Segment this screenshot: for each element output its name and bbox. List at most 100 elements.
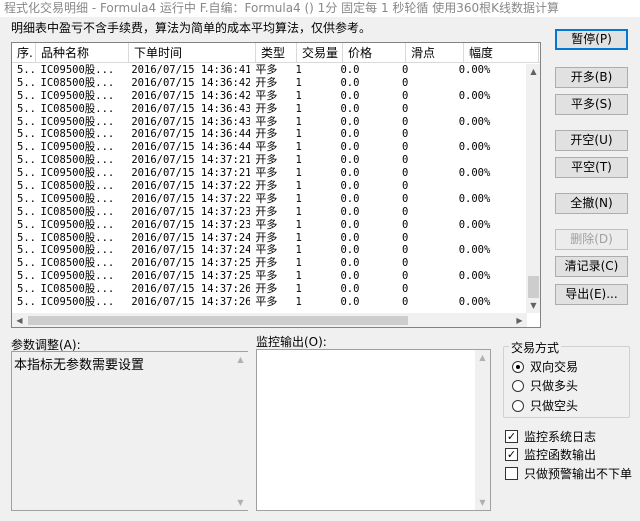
col-header-range[interactable]: 幅度 bbox=[464, 43, 539, 63]
col-header-seq[interactable]: 序. bbox=[12, 43, 36, 63]
cell-price: 0.0 bbox=[340, 231, 360, 244]
table-row[interactable]: 5.. IC09500股... 2016/07/15 14:37:23 平多 1 0.0 0… bbox=[12, 219, 527, 232]
monitor-scroll-up-icon[interactable]: ▲ bbox=[475, 350, 490, 365]
delete-button[interactable]: 删除(D) bbox=[555, 229, 628, 250]
vertical-scrollbar[interactable]: ▲ ▼ bbox=[526, 64, 540, 313]
cell-slippage: 0 bbox=[402, 167, 409, 180]
radio-long-only[interactable]: 只做多头 bbox=[512, 377, 578, 394]
col-header-symbol[interactable]: 品种名称 bbox=[36, 43, 129, 63]
cell-symbol: IC08500股... bbox=[40, 180, 115, 193]
table-row[interactable]: 5.. IC08500股... 2016/07/15 14:37:26 开多 1 0.0 0 bbox=[12, 283, 527, 296]
table-row[interactable]: 5.. IC09500股... 2016/07/15 14:37:21 平多 1 0.0 0… bbox=[12, 167, 527, 180]
close-all-button[interactable]: 全撤(N) bbox=[555, 193, 628, 214]
cell-range: 0.00% bbox=[458, 296, 491, 309]
col-header-type[interactable]: 类型 bbox=[256, 43, 297, 63]
cell-range bbox=[454, 206, 527, 219]
cell-type: 平多 bbox=[255, 141, 278, 154]
monitor-label: 监控输出(O): bbox=[256, 335, 327, 349]
cell-slippage: 0 bbox=[402, 76, 409, 89]
table-row[interactable]: 5.. IC09500股... 2016/07/15 14:36:43 平多 1 0.0 0… bbox=[12, 116, 527, 129]
col-header-time[interactable]: 下单时间 bbox=[129, 43, 256, 63]
cell-slippage: 0 bbox=[402, 257, 409, 270]
cell-type: 开多 bbox=[255, 205, 278, 218]
cell-type: 平多 bbox=[255, 218, 278, 231]
cell-range bbox=[454, 103, 527, 116]
table-row[interactable]: 5.. IC08500股... 2016/07/15 14:37:21 开多 1 0.0 0 bbox=[12, 154, 527, 167]
check-system-log[interactable]: ✓ 监控系统日志 bbox=[505, 428, 596, 445]
cell-volume: 1 bbox=[295, 257, 302, 270]
scroll-up-icon[interactable]: ▲ bbox=[526, 64, 540, 79]
cell-symbol: IC09500股... bbox=[40, 167, 115, 180]
table-row[interactable]: 5.. IC08500股... 2016/07/15 14:37:23 开多 1 0.0 0 bbox=[12, 206, 527, 219]
close-short-button[interactable]: 平空(T) bbox=[555, 157, 628, 178]
cell-type: 平多 bbox=[255, 64, 278, 76]
scroll-down-icon[interactable]: ▼ bbox=[526, 298, 540, 313]
close-long-button[interactable]: 平多(S) bbox=[555, 94, 628, 115]
open-short-button[interactable]: 开空(U) bbox=[555, 130, 628, 151]
clear-log-button[interactable]: 清记录(C) bbox=[555, 256, 628, 277]
radio-bidirectional-label: 双向交易 bbox=[530, 360, 579, 374]
col-header-slippage[interactable]: 滑点 bbox=[406, 43, 464, 63]
table-row[interactable]: 5.. IC09500股... 2016/07/15 14:37:24 平多 1 0.0 0… bbox=[12, 244, 527, 257]
horizontal-scrollbar[interactable]: ◀ ▶ bbox=[12, 313, 527, 327]
table-row[interactable]: 5.. IC08500股... 2016/07/15 14:36:42 开多 1 0.0 0 bbox=[12, 77, 527, 90]
params-textarea[interactable]: 本指标无参数需要设置 ▲ ▼ bbox=[11, 351, 248, 511]
table-header: 序. 品种名称 下单时间 类型 交易量 价格 滑点 幅度 bbox=[12, 43, 540, 63]
cell-time: 2016/07/15 14:36:43 bbox=[131, 102, 251, 115]
cell-type: 平多 bbox=[255, 89, 278, 102]
cell-slippage: 0 bbox=[402, 102, 409, 115]
pause-button[interactable]: 暂停(P) bbox=[555, 29, 628, 50]
params-scroll-up-icon[interactable]: ▲ bbox=[233, 352, 248, 367]
table-row[interactable]: 5.. IC09500股... 2016/07/15 14:36:41 平多 1 0.0 0… bbox=[12, 64, 527, 77]
cell-time: 2016/07/15 14:37:26 bbox=[131, 283, 251, 296]
radio-short-only[interactable]: 只做空头 bbox=[512, 397, 578, 414]
table-row[interactable]: 5.. IC08500股... 2016/07/15 14:37:25 开多 1 0.0 0 bbox=[12, 257, 527, 270]
cell-seq: 5.. bbox=[17, 218, 36, 231]
table-row[interactable]: 5.. IC09500股... 2016/07/15 14:36:44 平多 1 0.0 0… bbox=[12, 141, 527, 154]
trade-mode-label: 交易方式 bbox=[509, 339, 562, 356]
radio-bidirectional[interactable]: 双向交易 bbox=[512, 358, 578, 375]
radio-bidirectional-indicator[interactable] bbox=[512, 360, 524, 373]
cell-range: 0.00% bbox=[458, 218, 491, 231]
cell-seq: 5.. bbox=[17, 154, 36, 167]
table-row[interactable]: 5.. IC09500股... 2016/07/15 14:37:26 平多 1 0.0 0… bbox=[12, 296, 527, 309]
cell-slippage: 0 bbox=[402, 180, 409, 193]
params-scroll-down-icon[interactable]: ▼ bbox=[233, 495, 248, 510]
monitor-scroll-down-icon[interactable]: ▼ bbox=[475, 495, 490, 510]
radio-long-only-indicator[interactable] bbox=[512, 379, 524, 392]
check-function-output[interactable]: ✓ 监控函数输出 bbox=[505, 446, 596, 463]
scroll-left-icon[interactable]: ◀ bbox=[12, 313, 27, 327]
table-row[interactable]: 5.. IC09500股... 2016/07/15 14:36:42 平多 1 0.0 0… bbox=[12, 90, 527, 103]
cell-price: 0.0 bbox=[340, 257, 360, 270]
params-scrollbar[interactable]: ▲ ▼ bbox=[233, 352, 248, 510]
cell-time: 2016/07/15 14:37:24 bbox=[131, 244, 251, 257]
table-row[interactable]: 5.. IC09500股... 2016/07/15 14:37:25 平多 1 0.0 0… bbox=[12, 270, 527, 283]
cell-time: 2016/07/15 14:36:44 bbox=[131, 141, 251, 154]
cell-symbol: IC08500股... bbox=[40, 257, 115, 270]
monitor-output[interactable]: ▲ ▼ bbox=[256, 349, 491, 511]
cell-time: 2016/07/15 14:37:21 bbox=[131, 154, 251, 167]
table-row[interactable]: 5.. IC08500股... 2016/07/15 14:37:22 开多 1 0.0 0 bbox=[12, 180, 527, 193]
horizontal-scroll-thumb[interactable] bbox=[28, 316, 408, 325]
check-alert-only[interactable]: 只做预警输出不下单 bbox=[505, 465, 632, 482]
table-row[interactable]: 5.. IC08500股... 2016/07/15 14:36:44 开多 1 0.0 0 bbox=[12, 128, 527, 141]
cell-seq: 5.. bbox=[17, 231, 36, 244]
check-system-log-box[interactable]: ✓ bbox=[505, 430, 518, 443]
monitor-scrollbar[interactable]: ▲ ▼ bbox=[475, 350, 490, 510]
table-row[interactable]: 5.. IC08500股... 2016/07/15 14:36:43 开多 1 0.0 0 bbox=[12, 103, 527, 116]
check-alert-only-box[interactable] bbox=[505, 467, 518, 480]
open-long-button[interactable]: 开多(B) bbox=[555, 67, 628, 88]
table-row[interactable]: 5.. IC08500股... 2016/07/15 14:37:24 开多 1 0.0 0 bbox=[12, 232, 527, 245]
check-function-output-box[interactable]: ✓ bbox=[505, 448, 518, 461]
cell-seq: 5.. bbox=[17, 141, 36, 154]
table-row[interactable]: 5.. IC09500股... 2016/07/15 14:37:22 平多 1 0.0 0… bbox=[12, 193, 527, 206]
scroll-right-icon[interactable]: ▶ bbox=[512, 313, 527, 327]
col-header-price[interactable]: 价格 bbox=[343, 43, 406, 63]
cell-price: 0.0 bbox=[340, 167, 360, 180]
cell-price: 0.0 bbox=[340, 115, 360, 128]
radio-short-only-indicator[interactable] bbox=[512, 399, 524, 412]
export-button[interactable]: 导出(E)... bbox=[555, 284, 628, 305]
col-header-volume[interactable]: 交易量 bbox=[297, 43, 343, 63]
vertical-scroll-thumb[interactable] bbox=[528, 276, 539, 298]
cell-range: 0.00% bbox=[458, 64, 491, 76]
